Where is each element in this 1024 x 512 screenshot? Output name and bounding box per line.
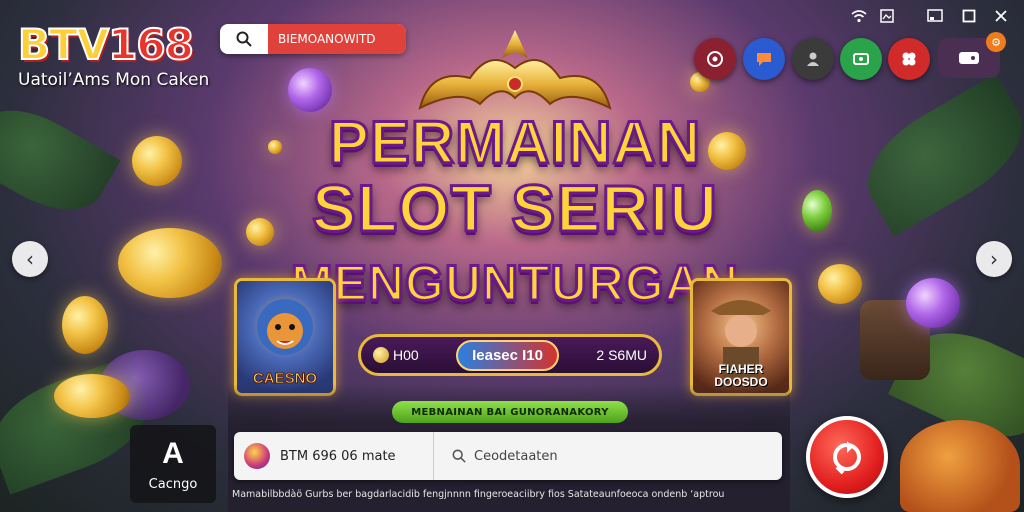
stat-middle-badge[interactable]: Ieasec I10 xyxy=(456,339,559,371)
logo-number: 168 xyxy=(107,19,195,70)
person-icon[interactable] xyxy=(792,38,834,80)
refresh-icon xyxy=(833,441,861,475)
cast-icon[interactable] xyxy=(924,6,946,26)
logo-prefix: BTV xyxy=(17,19,110,70)
jungle-leaf xyxy=(848,73,1024,237)
close-icon[interactable] xyxy=(990,6,1012,26)
search-brand-label: BTM 696 06 mate xyxy=(280,448,396,464)
category-tile[interactable]: A Cacngo xyxy=(130,425,216,503)
promo-pill[interactable]: MEBNAINAN BAI GUNORANAKORY xyxy=(392,401,628,423)
target-icon[interactable] xyxy=(694,38,736,80)
jungle-leaf xyxy=(0,90,121,230)
brand-tagline: Uatoil’Ams Mon Caken xyxy=(18,70,210,90)
coin-decoration xyxy=(288,68,332,112)
ticket-icon[interactable] xyxy=(840,38,882,80)
stats-bar: H00 Ieasec I10 2 S6MU xyxy=(358,334,662,376)
brand-badge-icon xyxy=(244,443,270,469)
brand-logo[interactable]: BTV168 xyxy=(17,19,195,70)
wallet-icon xyxy=(959,52,979,64)
wifi-icon[interactable] xyxy=(848,6,870,26)
coin-icon xyxy=(373,347,389,363)
category-label: Cacngo xyxy=(148,476,198,492)
game-card-lion[interactable]: CAESNO xyxy=(234,278,336,396)
stat-right: 2 S6MU xyxy=(596,347,647,363)
main-search-bar[interactable]: BTM 696 06 mate Ceodetaaten xyxy=(234,432,782,480)
top-search-input[interactable]: BIEMOANOWITD xyxy=(268,24,406,54)
category-icon: A xyxy=(162,436,184,470)
stat-left: H00 xyxy=(373,347,419,363)
search-query-field[interactable]: Ceodetaaten xyxy=(434,449,558,464)
next-arrow-button[interactable]: › xyxy=(976,241,1012,277)
hero-title-line1: PERMAINAN xyxy=(327,108,702,178)
coin-decoration xyxy=(62,296,108,354)
clover-icon[interactable] xyxy=(888,38,930,80)
settings-badge[interactable]: ⚙ xyxy=(986,32,1006,52)
coin-decoration xyxy=(818,264,862,304)
fruit-decoration xyxy=(900,420,1020,512)
image-icon[interactable] xyxy=(876,6,898,26)
coin-decoration xyxy=(802,190,832,232)
coin-decoration xyxy=(118,228,222,298)
search-icon[interactable] xyxy=(220,31,268,47)
maximize-icon[interactable] xyxy=(958,6,980,26)
spin-action-button[interactable] xyxy=(806,416,888,498)
chat-icon[interactable] xyxy=(743,38,785,80)
search-query-placeholder: Ceodetaaten xyxy=(474,448,558,464)
crown-ornament xyxy=(418,30,612,110)
hero-title-line2: SLOT SERIU xyxy=(310,170,719,247)
top-search-bar[interactable]: BIEMOANOWITD xyxy=(220,24,406,54)
game-card-adventurer[interactable]: FIAHER DOOSDO xyxy=(690,278,792,396)
coin-decoration xyxy=(132,136,182,186)
footer-text: Mamabilbbdàö Gurbs ber bagdarlacidib fen… xyxy=(232,489,725,500)
prev-arrow-button[interactable]: ‹ xyxy=(12,241,48,277)
coin-decoration xyxy=(906,278,960,328)
search-brand[interactable]: BTM 696 06 mate xyxy=(234,432,434,480)
stat-left-value: H00 xyxy=(393,347,419,363)
coin-decoration xyxy=(54,374,130,418)
search-icon xyxy=(452,449,466,463)
